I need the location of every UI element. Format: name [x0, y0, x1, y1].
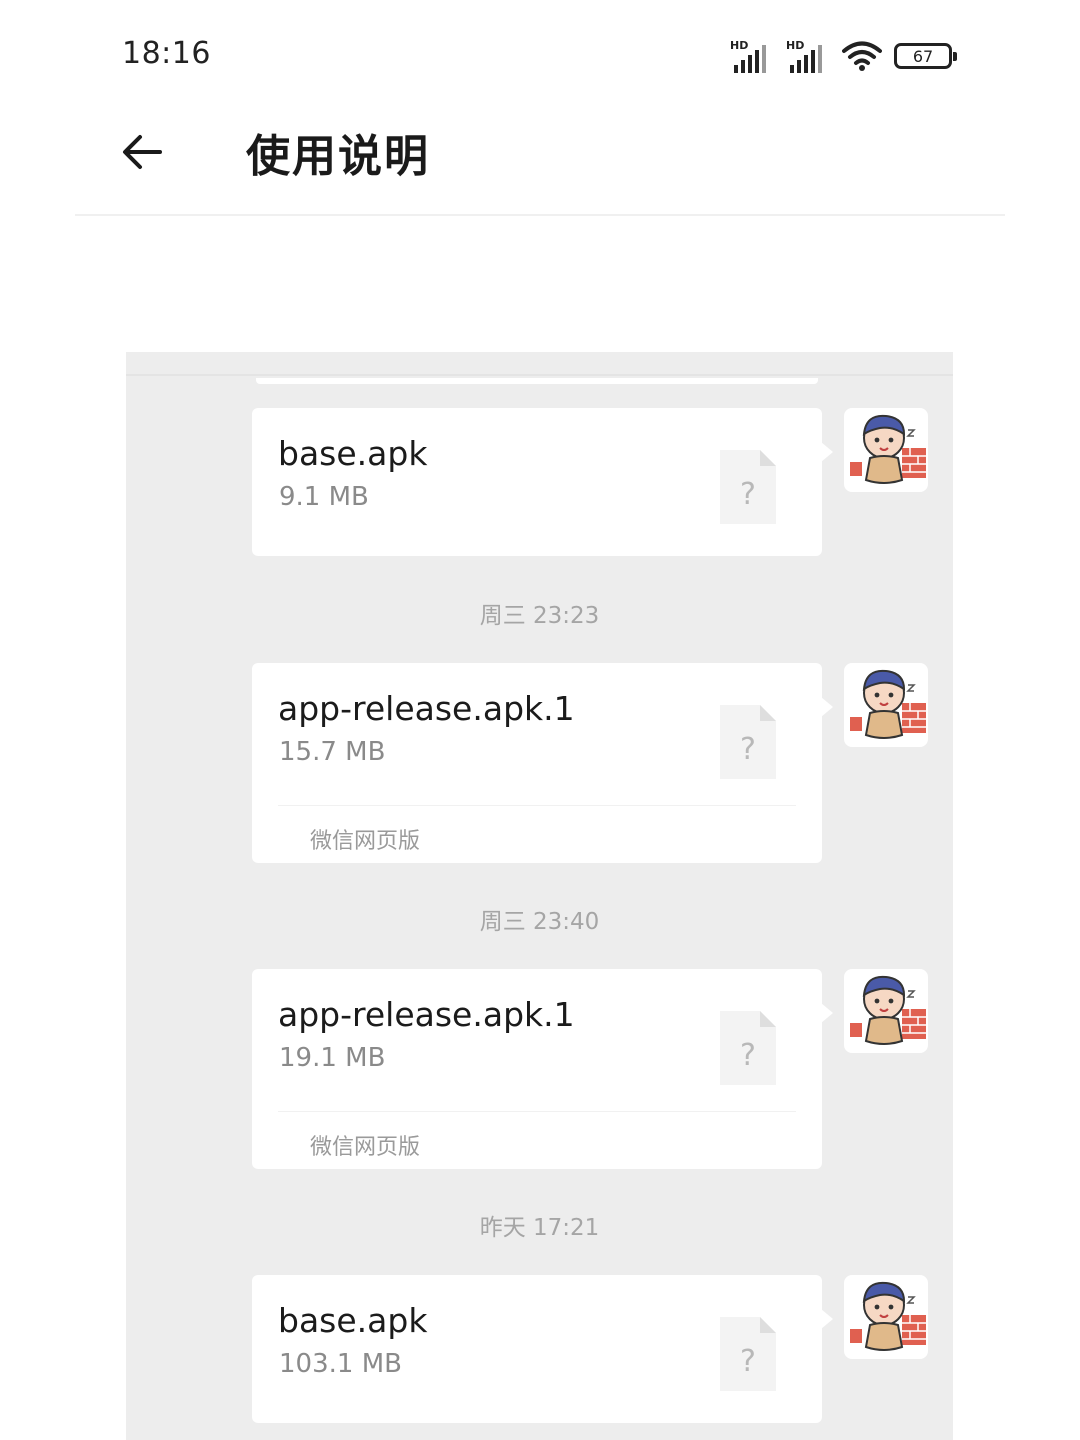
- back-button[interactable]: [112, 122, 172, 182]
- chat-timestamp: 昨天 17:21: [479, 1215, 600, 1241]
- arrow-left-icon: [123, 135, 162, 169]
- svg-text:?: ?: [740, 732, 756, 767]
- chat-timestamp: 周三 23:40: [479, 909, 600, 935]
- status-time: 18:16: [122, 36, 211, 71]
- file-source: 微信网页版: [310, 1135, 421, 1160]
- avatar[interactable]: [844, 408, 928, 492]
- header-divider: [75, 214, 1005, 216]
- file-name: base.apk: [278, 434, 428, 473]
- file-size: 15.7 MB: [279, 737, 386, 767]
- battery-icon: 67: [894, 43, 957, 69]
- bubble-divider: [278, 1111, 796, 1112]
- avatar[interactable]: [844, 663, 928, 747]
- unknown-file-icon: ?: [720, 1011, 776, 1085]
- svg-text:?: ?: [740, 477, 756, 512]
- file-bubble[interactable]: app-release.apk.1 15.7 MB ? 微信网页版: [252, 663, 833, 863]
- file-bubble[interactable]: app-release.apk.1 19.1 MB ? 微信网页版: [252, 969, 833, 1169]
- cartoon-boy-avatar-icon: [850, 669, 926, 739]
- unknown-file-icon: ?: [720, 1317, 776, 1391]
- status-icons: HD HD 67: [730, 36, 957, 76]
- chat-timestamp: 周三 23:23: [479, 603, 600, 629]
- file-size: 103.1 MB: [279, 1349, 402, 1379]
- cartoon-boy-avatar-icon: [850, 414, 926, 484]
- wifi-icon: [842, 41, 882, 71]
- file-name: app-release.apk.1: [278, 995, 575, 1034]
- file-bubble[interactable]: base.apk 103.1 MB ?: [252, 1275, 833, 1423]
- signal-icon: HD: [730, 39, 774, 73]
- tutorial-screenshot: base.apk 9.1 MB ? 周三 23:23 app-release.a…: [126, 352, 953, 1440]
- svg-text:?: ?: [740, 1038, 756, 1073]
- avatar[interactable]: [844, 1275, 928, 1359]
- status-bar: 18:16 HD HD 67: [0, 0, 1080, 110]
- previous-bubble-edge: [256, 378, 818, 384]
- file-bubble[interactable]: base.apk 9.1 MB ?: [252, 408, 833, 556]
- file-name: app-release.apk.1: [278, 689, 575, 728]
- app-header: 使用说明: [0, 110, 1080, 216]
- file-size: 19.1 MB: [279, 1043, 386, 1073]
- cartoon-boy-avatar-icon: [850, 975, 926, 1045]
- battery-level: 67: [912, 46, 934, 66]
- divider: [126, 374, 953, 376]
- signal-icon: HD: [786, 39, 830, 73]
- file-name: base.apk: [278, 1301, 428, 1340]
- cartoon-boy-avatar-icon: [850, 1281, 926, 1351]
- file-source: 微信网页版: [310, 829, 421, 854]
- bubble-divider: [278, 805, 796, 806]
- svg-text:?: ?: [740, 1344, 756, 1379]
- unknown-file-icon: ?: [720, 450, 776, 524]
- unknown-file-icon: ?: [720, 705, 776, 779]
- file-size: 9.1 MB: [279, 482, 369, 512]
- page-title: 使用说明: [246, 131, 430, 182]
- avatar[interactable]: [844, 969, 928, 1053]
